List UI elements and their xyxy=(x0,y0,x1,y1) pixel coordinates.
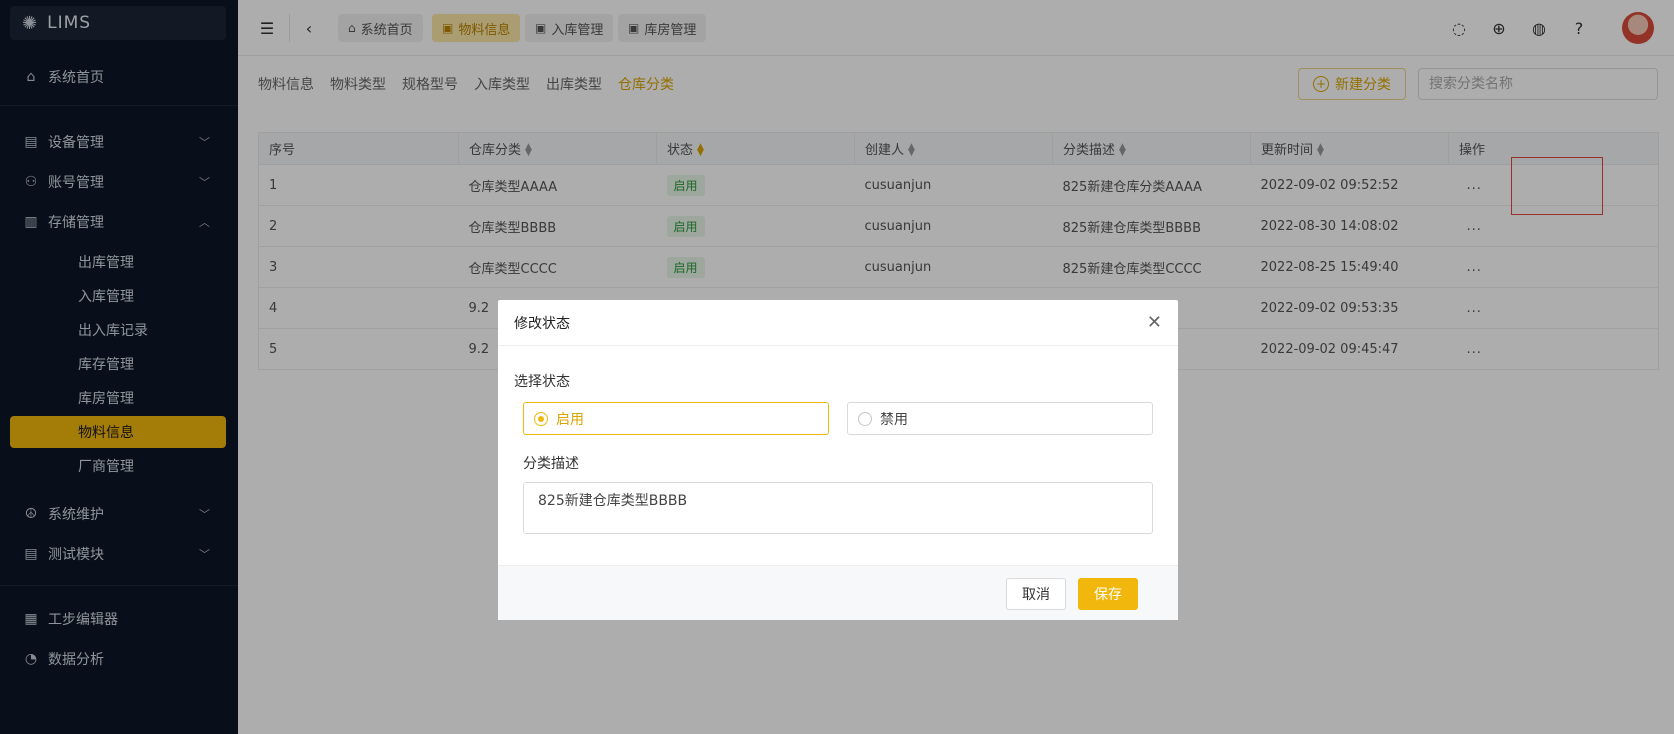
dialog-title: 修改状态 xyxy=(514,315,570,332)
desc-label: 分类描述 xyxy=(523,456,579,472)
close-icon[interactable]: ✕ xyxy=(1147,312,1162,333)
cancel-button[interactable]: 取消 xyxy=(1006,578,1066,610)
radio-label: 启用 xyxy=(556,411,584,428)
edit-status-dialog: 修改状态 ✕ 选择状态 启用 禁用 分类描述 825新建仓库类型BBBB 取消 … xyxy=(498,300,1178,620)
radio-unchecked-icon xyxy=(858,411,872,426)
radio-checked-icon xyxy=(534,411,548,426)
dialog-footer: 取消 保存 xyxy=(498,565,1178,620)
status-label: 选择状态 xyxy=(514,374,570,390)
radio-disabled[interactable]: 禁用 xyxy=(847,402,1153,435)
desc-textarea[interactable]: 825新建仓库类型BBBB xyxy=(523,482,1153,534)
dialog-header: 修改状态 xyxy=(498,300,1178,346)
save-button[interactable]: 保存 xyxy=(1078,578,1138,610)
radio-label: 禁用 xyxy=(880,411,908,428)
radio-enabled[interactable]: 启用 xyxy=(523,402,829,435)
